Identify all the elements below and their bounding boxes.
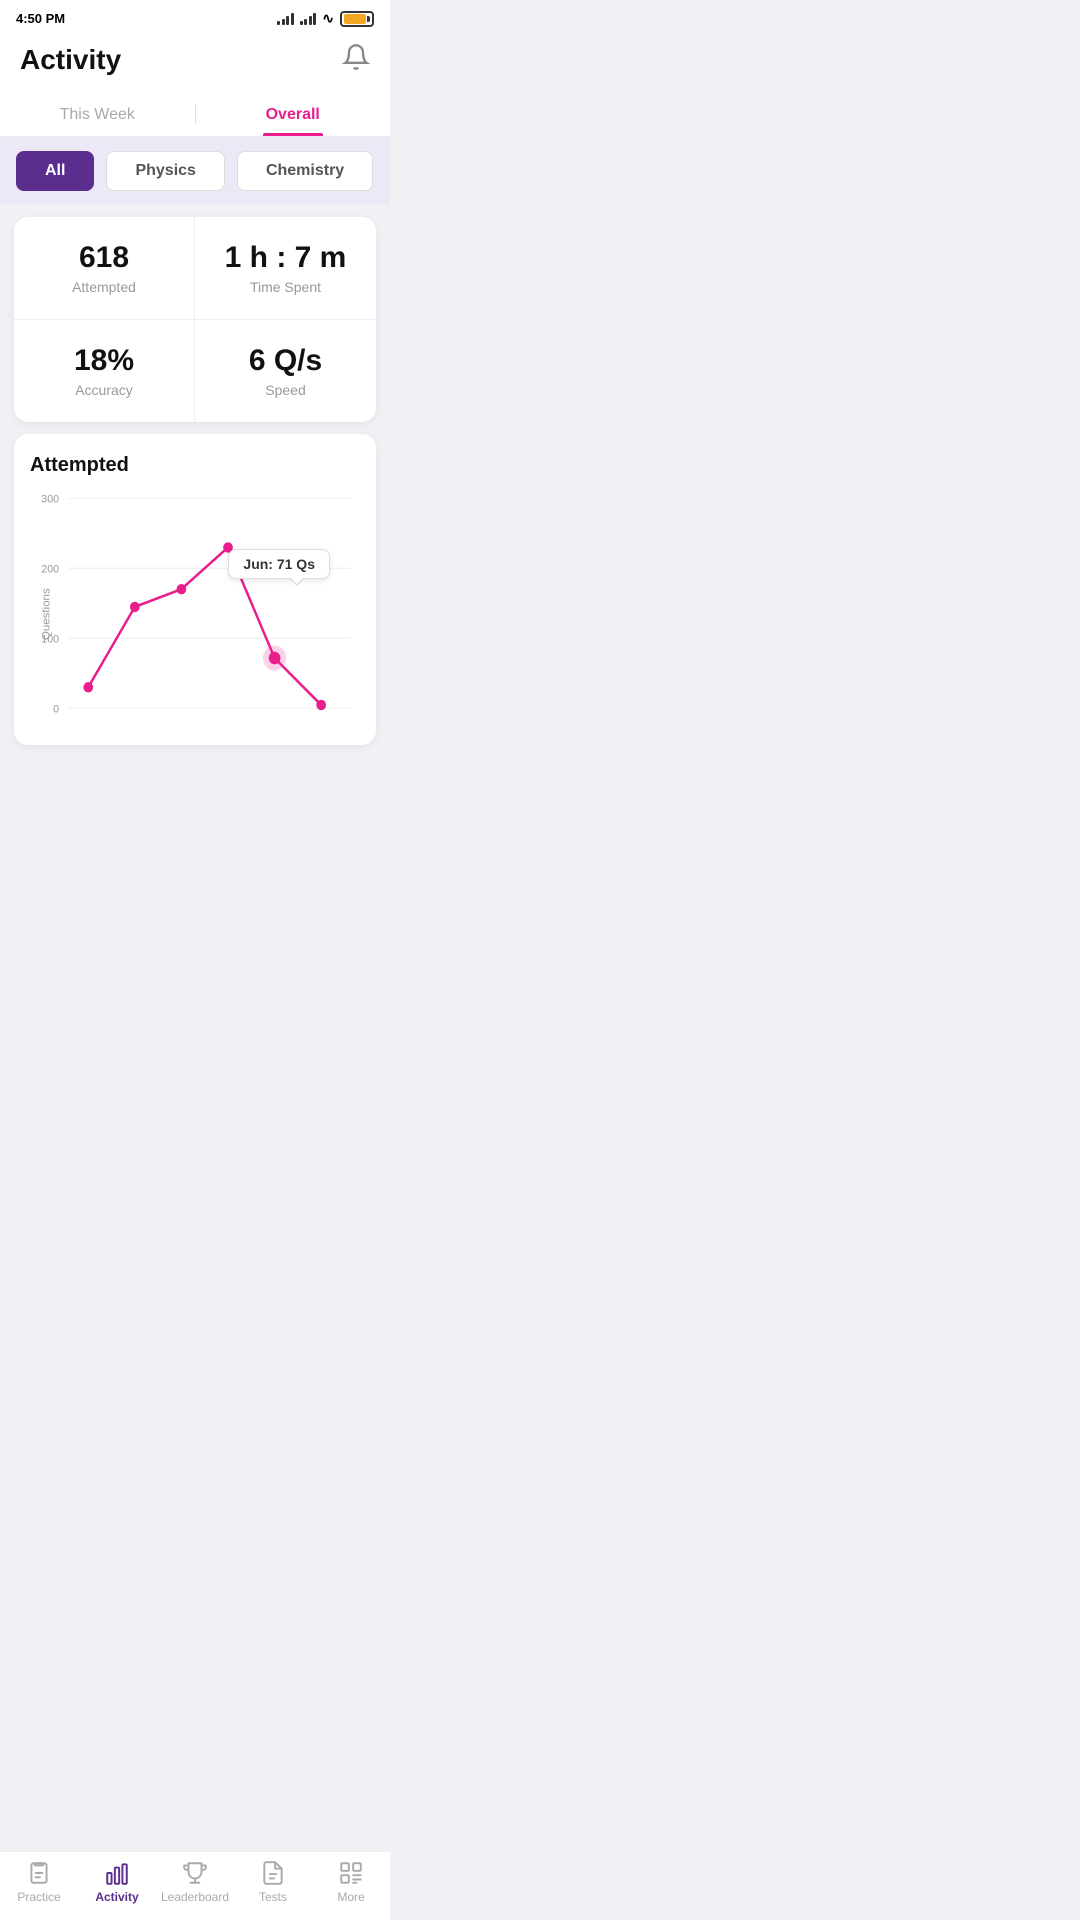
time-spent-value: 1 h : 7 m [215,241,356,275]
nav-label-more: More [337,1890,364,1904]
bottom-nav: Practice Activity Leaderboard Tests [0,1851,390,1920]
attempted-value: 618 [34,241,174,275]
page-title: Activity [20,44,121,76]
nav-item-leaderboard[interactable]: Leaderboard [156,1860,234,1904]
svg-text:Questions: Questions [41,588,53,640]
wifi-icon: ∿ [322,10,334,27]
chart-area: 300 200 100 0 Questions [30,489,360,729]
attempted-label: Attempted [34,279,174,295]
stat-time-spent: 1 h : 7 m Time Spent [195,217,376,320]
signal-1-icon [277,12,294,25]
stats-card: 618 Attempted 1 h : 7 m Time Spent 18% A… [14,217,376,422]
nav-label-tests: Tests [259,1890,287,1904]
stat-attempted: 618 Attempted [14,217,195,320]
speed-label: Speed [215,382,356,398]
status-bar: 4:50 PM ∿ [0,0,390,33]
svg-text:300: 300 [41,493,59,505]
time: 4:50 PM [16,11,65,26]
grid-icon [338,1860,364,1886]
time-spent-label: Time Spent [215,279,356,295]
svg-text:0: 0 [53,703,59,715]
speed-value: 6 Q/s [215,344,356,378]
period-tabs: This Week Overall [0,92,390,137]
nav-item-more[interactable]: More [312,1860,390,1904]
stat-speed: 6 Q/s Speed [195,320,376,422]
clipboard-icon [26,1860,52,1886]
filter-chip-physics[interactable]: Physics [106,151,224,191]
filter-bar: All Physics Chemistry [0,137,390,205]
chart-tooltip: Jun: 71 Qs [228,549,330,579]
filter-chip-all[interactable]: All [16,151,94,191]
accuracy-label: Accuracy [34,382,174,398]
accuracy-value: 18% [34,344,174,378]
battery-icon [340,11,374,27]
file-text-icon [260,1860,286,1886]
nav-item-practice[interactable]: Practice [0,1860,78,1904]
status-icons: ∿ [277,10,374,27]
nav-label-leaderboard: Leaderboard [161,1890,229,1904]
stat-accuracy: 18% Accuracy [14,320,195,422]
bar-chart-icon [104,1860,130,1886]
svg-text:200: 200 [41,563,59,575]
filter-chip-chemistry[interactable]: Chemistry [237,151,373,191]
nav-label-activity: Activity [95,1890,138,1904]
chart-title: Attempted [30,454,360,477]
notification-bell-icon[interactable] [342,43,370,76]
nav-item-tests[interactable]: Tests [234,1860,312,1904]
header: Activity [0,33,390,92]
tab-this-week[interactable]: This Week [0,92,195,136]
signal-2-icon [300,12,317,25]
nav-label-practice: Practice [17,1890,60,1904]
trophy-icon [182,1860,208,1886]
chart-card: Attempted 300 200 100 0 Questions [14,434,376,745]
tab-overall[interactable]: Overall [196,92,391,136]
nav-item-activity[interactable]: Activity [78,1860,156,1904]
